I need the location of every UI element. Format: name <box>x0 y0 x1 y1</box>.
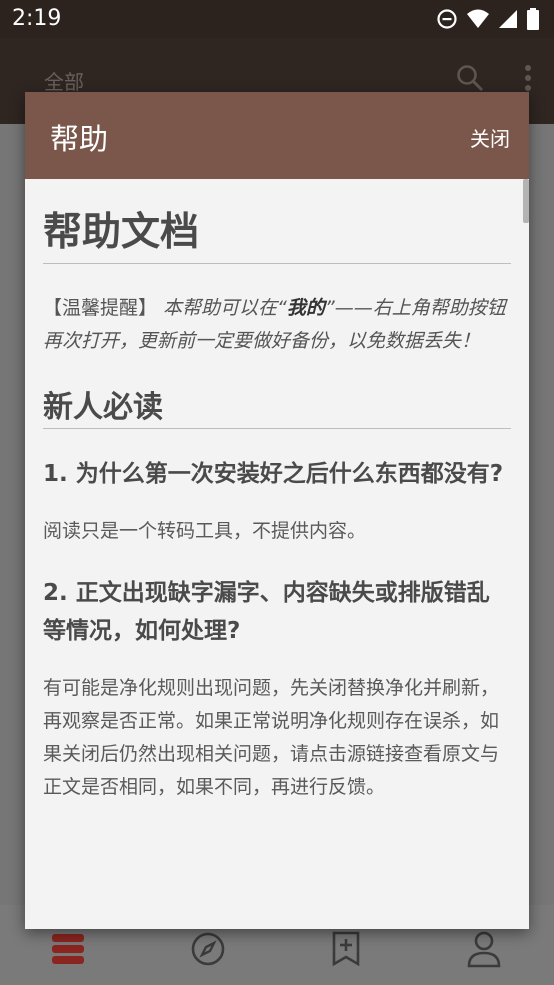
status-time: 2:19 <box>12 6 62 31</box>
answer-2: 有可能是净化规则出现问题，先关闭替换净化并刷新，再观察是否正常。如果正常说明净化… <box>43 677 500 798</box>
app-bar-title[interactable]: 全部 <box>44 66 84 95</box>
wifi-icon <box>466 8 490 34</box>
question-1: 1. 为什么第一次安装好之后什么东西都没有? <box>43 461 504 487</box>
person-icon[interactable] <box>464 929 504 969</box>
notice-tag: 【温馨提醒】 <box>43 297 158 319</box>
help-document[interactable]: 帮助文档 【温馨提醒】 本帮助可以在“我的”——右上角帮助按钮再次打开，更新前一… <box>25 179 529 929</box>
bookmark-add-icon[interactable] <box>326 929 366 969</box>
dialog-header: 帮助 关闭 <box>25 92 529 179</box>
notice-text-before: 本帮助可以在“ <box>157 297 287 319</box>
question-2: 2. 正文出现缺字漏字、内容缺失或排版错乱等情况，如何处理? <box>43 580 490 644</box>
help-dialog: 帮助 关闭 帮助文档 【温馨提醒】 本帮助可以在“我的”——右上角帮助按钮再次打… <box>25 92 529 929</box>
close-button[interactable]: 关闭 <box>470 123 510 152</box>
section-heading: 新人必读 <box>43 382 511 429</box>
minus-circle-icon <box>436 8 458 34</box>
doc-heading: 帮助文档 <box>43 179 511 264</box>
notice-bold: 我的 <box>286 297 325 319</box>
answer-1: 阅读只是一个转码工具，不提供内容。 <box>43 520 367 542</box>
battery-icon <box>526 7 540 35</box>
signal-icon <box>498 8 518 34</box>
notice-paragraph: 【温馨提醒】 本帮助可以在“我的”——右上角帮助按钮再次打开，更新前一定要做好备… <box>43 292 511 358</box>
dialog-title: 帮助 <box>50 122 109 156</box>
bookshelf-icon[interactable] <box>48 929 88 969</box>
compass-icon[interactable] <box>188 929 228 969</box>
status-bar: 2:19 <box>0 0 554 38</box>
